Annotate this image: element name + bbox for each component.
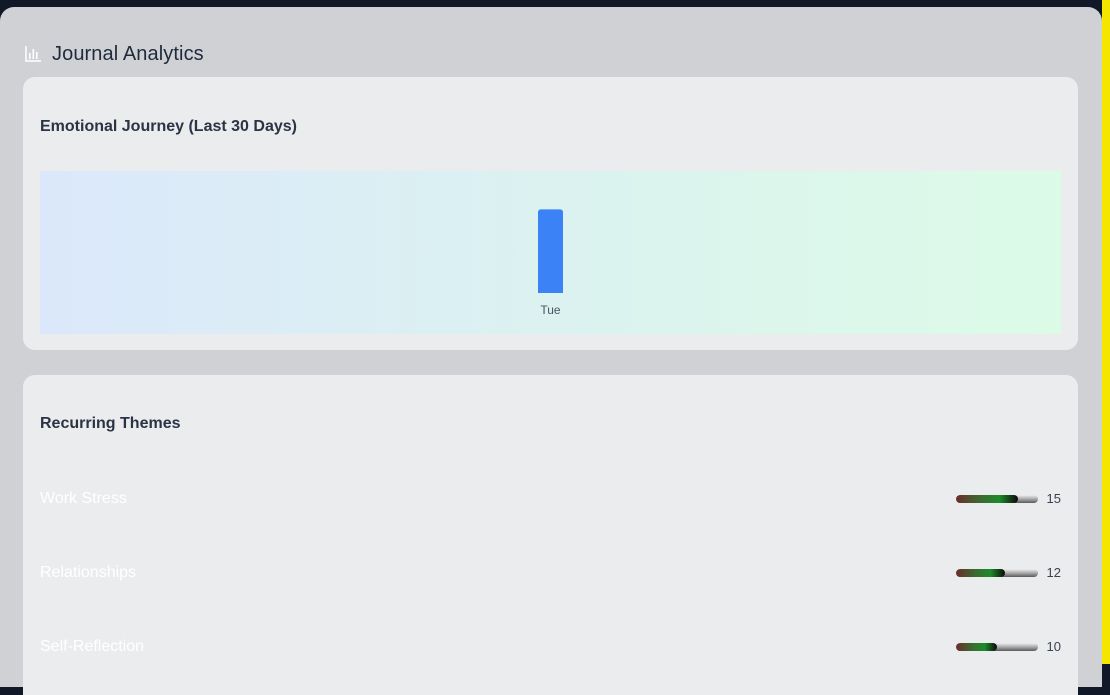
theme-label: Relationships: [40, 564, 137, 581]
recurring-themes-title: Recurring Themes: [40, 415, 181, 432]
theme-bar-track: [956, 569, 1038, 577]
recurring-themes-card: Recurring Themes Work Stress 15 Relation…: [23, 375, 1078, 695]
page-title: Journal Analytics: [52, 42, 204, 65]
emotional-journey-svg: Tue: [538, 209, 563, 317]
chart-tick-label: Tue: [540, 303, 561, 317]
theme-label: Work Stress: [40, 490, 127, 507]
emotional-journey-chart: Tue: [40, 171, 1061, 334]
chart-bar-tue: [538, 209, 563, 293]
bar-chart-icon: [25, 46, 41, 62]
theme-count: 15: [1046, 491, 1061, 506]
window-edge: [1102, 0, 1110, 664]
theme-bar-fill: [956, 495, 1018, 503]
theme-row-work-stress: Work Stress 15: [40, 484, 1061, 514]
theme-count: 10: [1046, 639, 1061, 654]
theme-count: 12: [1046, 565, 1061, 580]
theme-row-relationships: Relationships 12: [40, 558, 1061, 588]
theme-row-self-reflection: Self-Reflection 10: [40, 632, 1061, 662]
theme-bar-track: [956, 495, 1038, 503]
theme-bar-track: [956, 643, 1038, 651]
emotional-journey-title: Emotional Journey (Last 30 Days): [40, 118, 297, 135]
theme-bar-fill: [956, 643, 997, 651]
emotional-journey-card: Emotional Journey (Last 30 Days) Tue: [23, 77, 1078, 350]
theme-label: Self-Reflection: [40, 638, 145, 655]
panel-header: Journal Analytics: [24, 37, 204, 71]
analytics-panel: Journal Analytics Emotional Journey (Las…: [0, 7, 1102, 695]
theme-bar-fill: [956, 569, 1006, 577]
